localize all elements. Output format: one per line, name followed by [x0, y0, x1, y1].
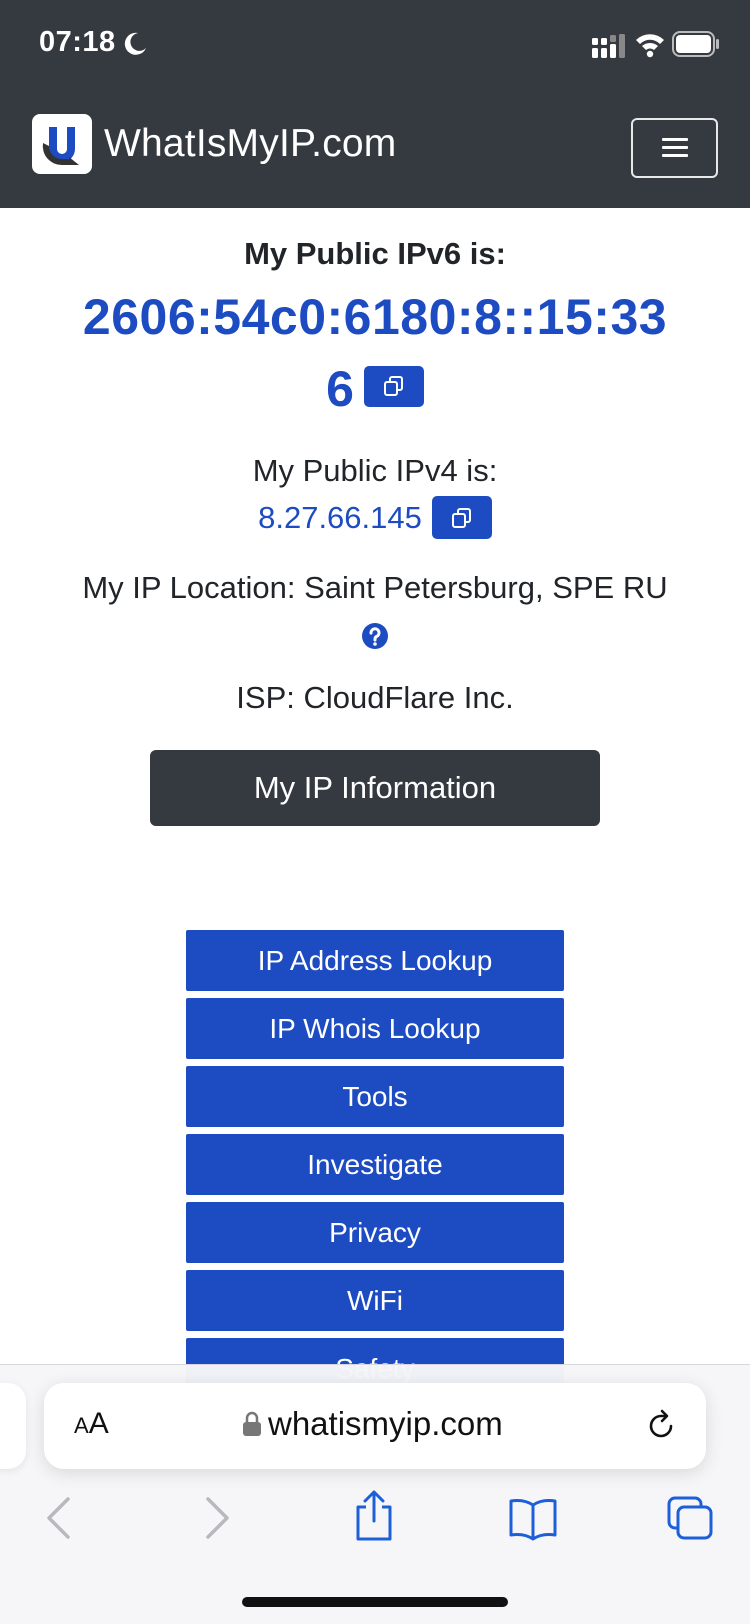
- hamburger-icon: [661, 138, 688, 158]
- back-chevron-icon[interactable]: [44, 1495, 72, 1541]
- status-time: 07:18: [39, 26, 116, 58]
- ipv6-address-line2-row: 6: [0, 360, 750, 418]
- browser-bottom-bar: AA whatismyip.com: [0, 1364, 750, 1624]
- forward-chevron-icon[interactable]: [204, 1495, 232, 1541]
- reader-aa-button[interactable]: AA: [74, 1407, 109, 1441]
- home-indicator: [242, 1597, 508, 1607]
- lock-icon: [243, 1411, 261, 1436]
- isp-text: ISP: CloudFlare Inc.: [236, 680, 514, 715]
- copy-ipv6-button[interactable]: [363, 365, 424, 407]
- nav-item-tools[interactable]: Tools: [186, 1066, 564, 1127]
- reload-icon[interactable]: [644, 1409, 678, 1443]
- moon-icon: [124, 32, 146, 55]
- battery-icon: [672, 31, 719, 57]
- nav-item-ip-address-lookup[interactable]: IP Address Lookup: [186, 930, 564, 991]
- copy-ipv4-button[interactable]: [431, 496, 492, 539]
- brand-link[interactable]: WhatIsMyIP.com: [32, 114, 396, 174]
- previous-tab-peek[interactable]: [0, 1383, 26, 1469]
- ipv6-label: My Public IPv6 is:: [244, 236, 506, 271]
- ipv4-address-row: 8.27.66.145: [0, 496, 750, 539]
- copy-icon: [451, 507, 471, 528]
- ipv4-label: My Public IPv4 is:: [252, 453, 498, 488]
- phone-screen: 07:18 WhatIsMyIP.com My Public IPv6 is: …: [0, 0, 750, 1624]
- share-icon[interactable]: [352, 1489, 396, 1541]
- copy-icon: [383, 376, 403, 396]
- navbar: 07:18 WhatIsMyIP.com: [0, 0, 750, 208]
- wifi-icon: [636, 34, 664, 58]
- cellular-signal-icon: [592, 34, 625, 58]
- bookmarks-book-icon[interactable]: [508, 1495, 558, 1541]
- nav-item-ip-whois-lookup[interactable]: IP Whois Lookup: [186, 998, 564, 1059]
- brand-name: WhatIsMyIP.com: [104, 122, 397, 165]
- tabs-overview-icon[interactable]: [666, 1495, 714, 1541]
- address-bar[interactable]: AA whatismyip.com: [44, 1383, 706, 1469]
- ip-location: My IP Location: Saint Petersburg, SPE RU: [82, 570, 668, 605]
- nav-menu-list: IP Address Lookup IP Whois Lookup Tools …: [186, 930, 564, 1406]
- nav-item-privacy[interactable]: Privacy: [186, 1202, 564, 1263]
- question-circle-icon[interactable]: [361, 622, 389, 650]
- url-text: whatismyip.com: [268, 1405, 503, 1442]
- ipv6-address-line1: 2606:54c0:6180:8::15:33: [82, 289, 668, 345]
- nav-item-investigate[interactable]: Investigate: [186, 1134, 564, 1195]
- ipv6-address-line2: 6: [326, 361, 354, 417]
- ipv4-address: 8.27.66.145: [258, 499, 422, 535]
- my-ip-information-button[interactable]: My IP Information: [150, 750, 600, 826]
- brand-logo: [32, 114, 92, 174]
- whatismyip-logo-icon: [42, 127, 79, 166]
- hamburger-menu-button[interactable]: [631, 118, 718, 178]
- nav-item-wifi[interactable]: WiFi: [186, 1270, 564, 1331]
